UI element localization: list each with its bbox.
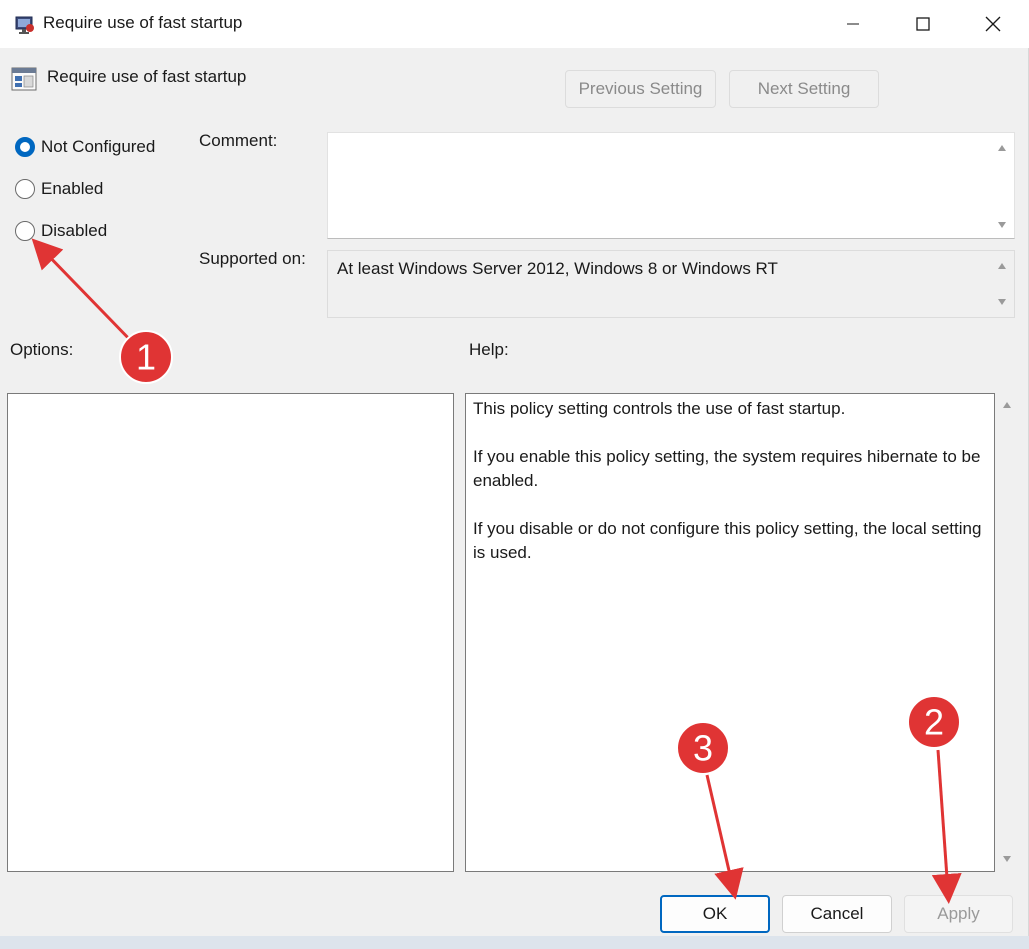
comment-textarea[interactable] — [327, 132, 1015, 239]
policy-title: Require use of fast startup — [47, 67, 247, 86]
title-bar[interactable]: Require use of fast startup — [0, 0, 1029, 48]
options-pane — [7, 393, 454, 872]
comment-label: Comment: — [199, 131, 278, 150]
minimize-icon — [847, 23, 859, 25]
scroll-down-icon[interactable] — [998, 222, 1006, 228]
supported-on-label: Supported on: — [199, 249, 306, 268]
radio-disabled[interactable]: Disabled — [15, 221, 107, 241]
cancel-button[interactable]: Cancel — [782, 895, 892, 933]
maximize-button[interactable] — [888, 0, 958, 48]
previous-setting-button[interactable]: Previous Setting — [565, 70, 716, 108]
help-pane[interactable]: This policy setting controls the use of … — [465, 393, 995, 872]
taskbar-edge — [0, 936, 1029, 949]
radio-label: Enabled — [41, 179, 104, 198]
radio-label: Not Configured — [41, 137, 156, 156]
next-setting-button[interactable]: Next Setting — [729, 70, 879, 108]
policy-dialog: Require use of fast startup Require use … — [0, 0, 1029, 936]
apply-button[interactable]: Apply — [904, 895, 1013, 933]
group-policy-app-icon — [15, 16, 34, 34]
minimize-button[interactable] — [818, 0, 888, 48]
help-paragraph: If you enable this policy setting, the s… — [473, 447, 981, 490]
supported-on-field: At least Windows Server 2012, Windows 8 … — [327, 250, 1015, 318]
close-icon — [985, 16, 1001, 32]
close-button[interactable] — [958, 0, 1028, 48]
help-paragraph: This policy setting controls the use of … — [473, 399, 846, 418]
options-label: Options: — [10, 340, 74, 359]
radio-not-configured[interactable]: Not Configured — [15, 137, 155, 157]
maximize-icon — [916, 17, 930, 31]
ok-button[interactable]: OK — [660, 895, 770, 933]
scroll-up-icon[interactable] — [998, 145, 1006, 151]
scroll-up-icon[interactable] — [998, 263, 1006, 269]
radio-checked-indicator[interactable] — [15, 137, 35, 157]
scroll-down-icon[interactable] — [998, 299, 1006, 305]
radio-label: Disabled — [41, 221, 108, 240]
radio-indicator[interactable] — [15, 179, 35, 199]
radio-enabled[interactable]: Enabled — [15, 179, 103, 199]
help-scroll-up-icon[interactable] — [1003, 402, 1011, 408]
window-title: Require use of fast startup — [43, 13, 243, 32]
supported-on-value: At least Windows Server 2012, Windows 8 … — [337, 259, 778, 278]
radio-indicator[interactable] — [15, 221, 35, 241]
help-scroll-down-icon[interactable] — [1003, 856, 1011, 862]
help-paragraph: If you disable or do not configure this … — [473, 519, 982, 562]
policy-setting-icon — [11, 67, 37, 91]
help-label: Help: — [469, 340, 509, 359]
